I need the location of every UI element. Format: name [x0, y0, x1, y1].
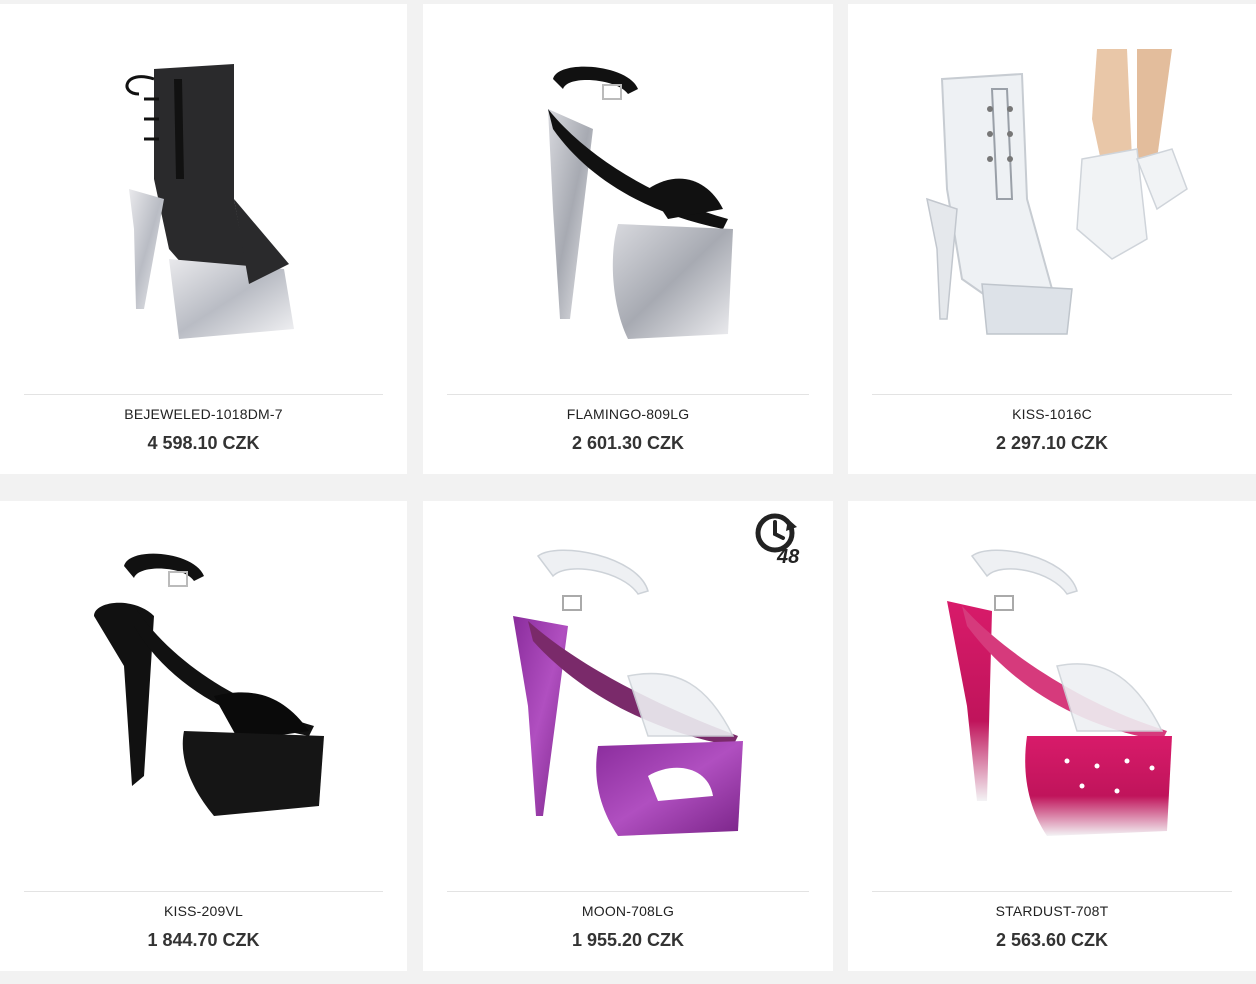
svg-text:48: 48 — [776, 546, 800, 567]
ankle-boot-image — [125, 64, 294, 339]
product-card[interactable]: KISS-1016C 2 297.10 CZK — [848, 4, 1256, 474]
divider — [872, 891, 1232, 892]
purple-glitter-sandal-image — [513, 549, 743, 836]
product-price: 1 844.70 CZK — [147, 930, 260, 950]
product-image[interactable] — [0, 4, 407, 394]
divider — [24, 891, 383, 892]
product-name[interactable]: KISS-209VL — [0, 903, 407, 919]
clear-lace-boot-image — [926, 49, 1188, 335]
divider — [872, 394, 1232, 395]
pink-stardust-sandal-image — [947, 549, 1172, 836]
black-sandal-image — [93, 553, 324, 816]
product-image[interactable] — [0, 501, 407, 891]
product-card[interactable]: 48 MOON-708LG 1 955.20 CZK — [423, 501, 833, 971]
platform-sandal-image — [548, 66, 733, 339]
product-name[interactable]: MOON-708LG — [423, 903, 833, 919]
divider — [447, 891, 809, 892]
product-price: 2 563.60 CZK — [995, 930, 1109, 950]
product-grid: BEJEWELED-1018DM-7 4 598.10 CZK FLAMINGO… — [0, 0, 1256, 984]
product-price: 4 598.10 CZK — [147, 433, 260, 453]
product-price: 2 297.10 CZK — [995, 433, 1109, 453]
product-card[interactable]: BEJEWELED-1018DM-7 4 598.10 CZK — [0, 4, 407, 474]
product-image[interactable] — [423, 4, 833, 394]
product-name[interactable]: STARDUST-708T — [848, 903, 1256, 919]
product-name[interactable]: FLAMINGO-809LG — [423, 406, 833, 422]
product-name[interactable]: BEJEWELED-1018DM-7 — [0, 406, 407, 422]
product-card[interactable]: FLAMINGO-809LG 2 601.30 CZK — [423, 4, 833, 474]
divider — [24, 394, 383, 395]
product-image[interactable] — [848, 4, 1256, 394]
product-image[interactable] — [848, 501, 1256, 891]
product-price: 2 601.30 CZK — [571, 433, 685, 453]
product-price: 1 955.20 CZK — [571, 930, 685, 950]
product-card[interactable]: STARDUST-708T 2 563.60 CZK — [848, 501, 1256, 971]
product-name[interactable]: KISS-1016C — [848, 406, 1256, 422]
clock-48h-icon: 48 — [755, 513, 800, 567]
product-card[interactable]: KISS-209VL 1 844.70 CZK — [0, 501, 407, 971]
divider — [447, 394, 809, 395]
